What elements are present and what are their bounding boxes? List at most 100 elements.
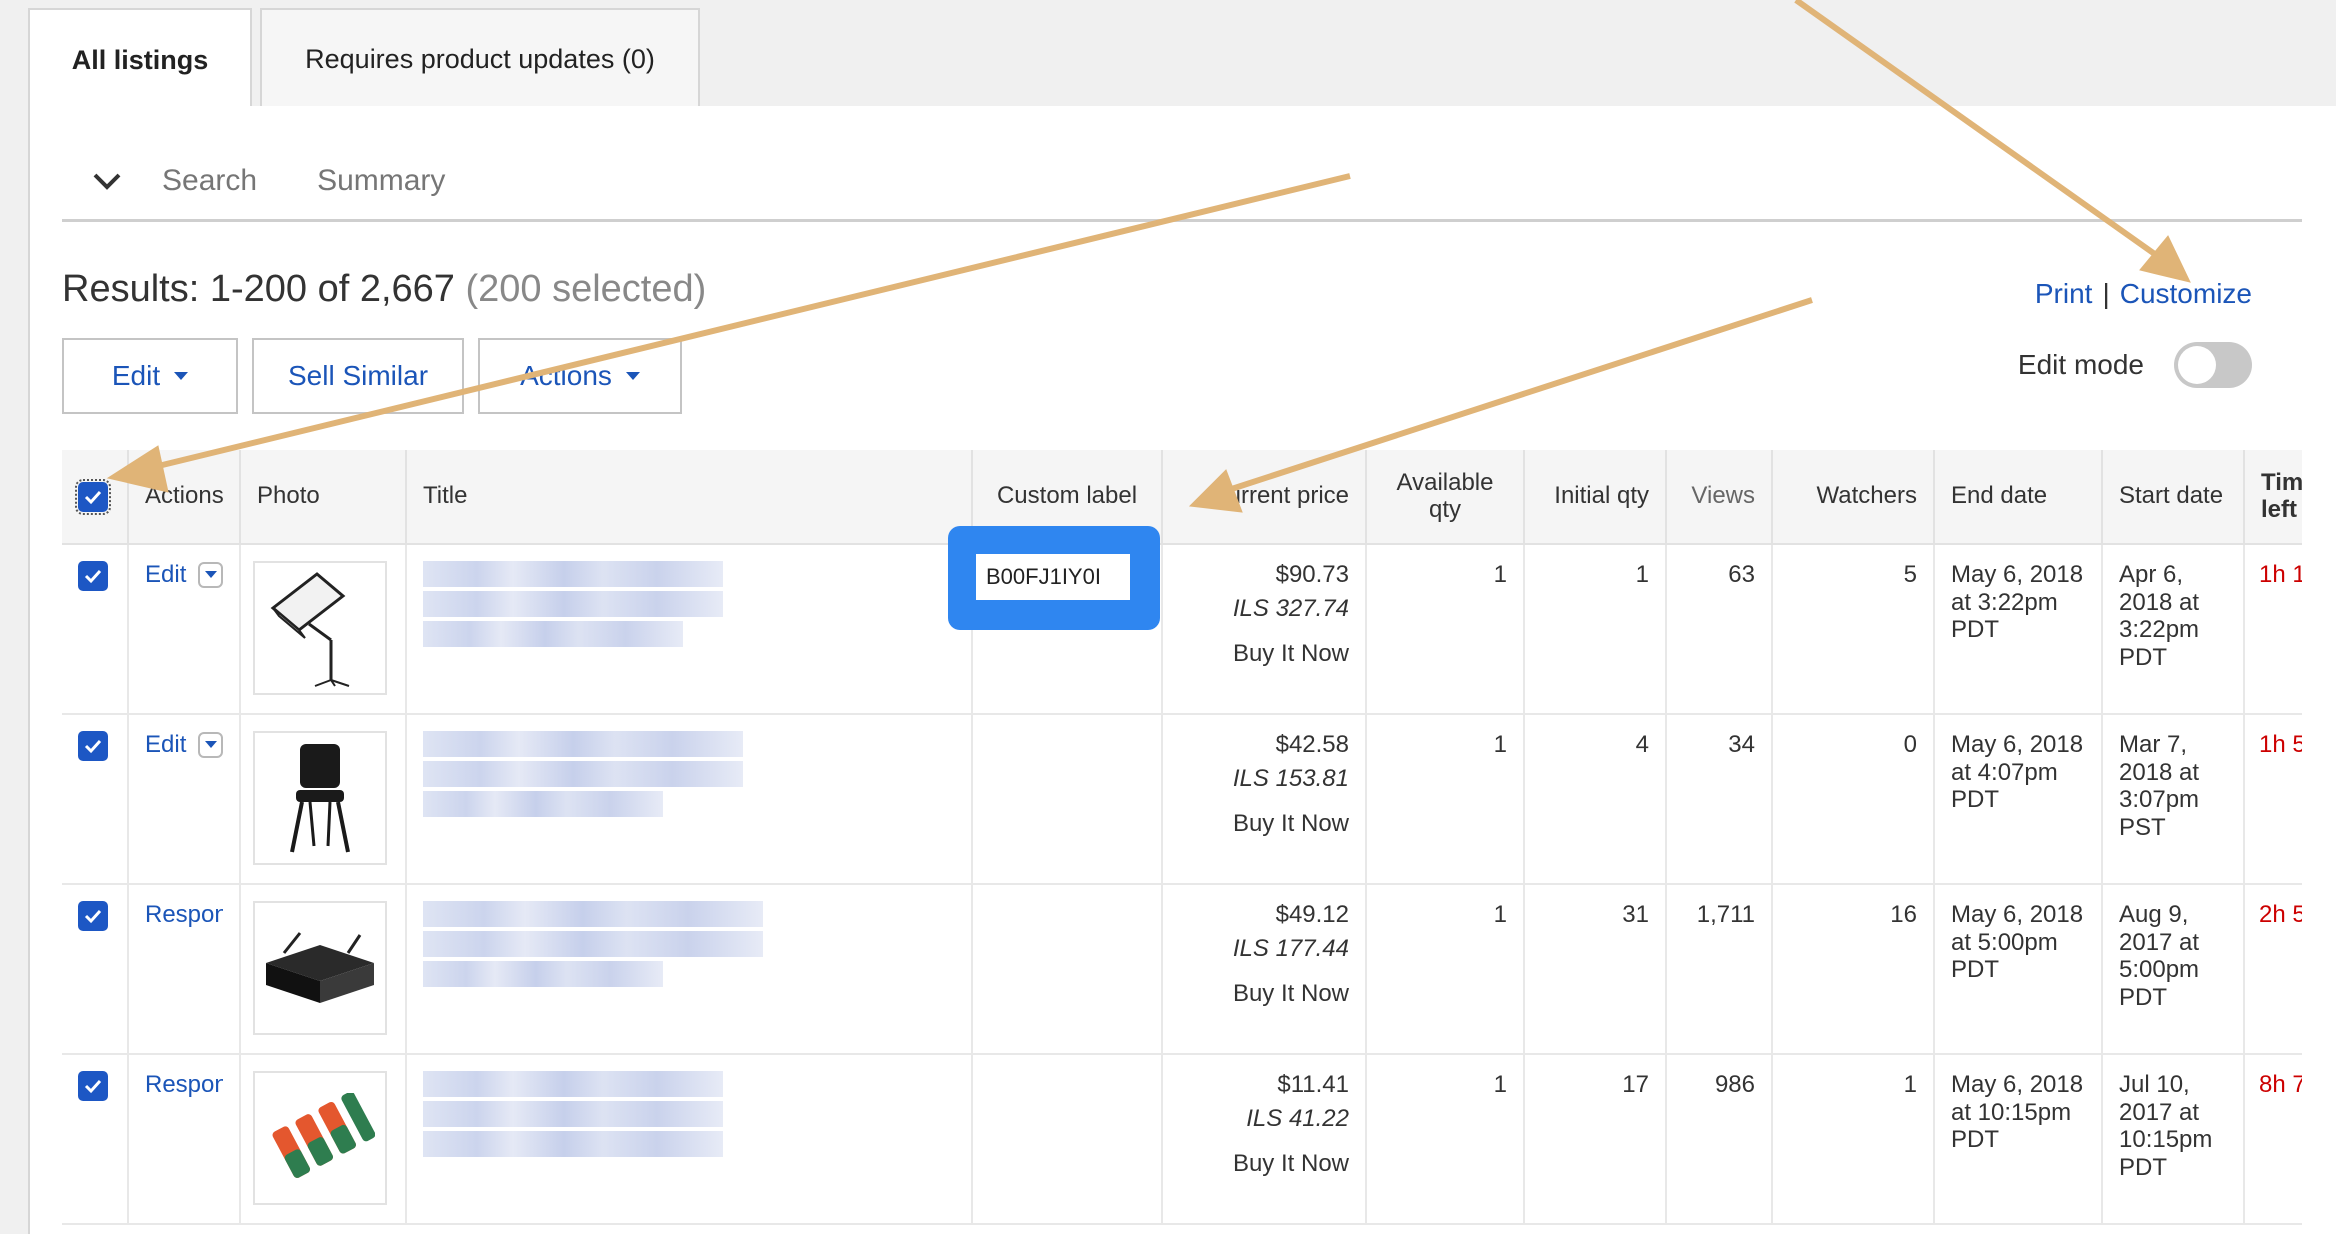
header-views[interactable]: Views <box>1666 450 1773 545</box>
actions-button-label: Actions <box>520 360 612 391</box>
available-qty: 1 <box>1366 544 1525 715</box>
row-custom-label-cell[interactable] <box>972 884 1163 1055</box>
edit-dropdown-button[interactable]: Edit <box>62 338 238 414</box>
cable-connectors-icon[interactable] <box>253 1071 387 1205</box>
search-toggle[interactable]: Search <box>162 164 257 198</box>
softbox-light-icon[interactable] <box>253 561 387 695</box>
row-price-cell: $42.58 ILS 153.81 Buy It Now <box>1162 714 1367 885</box>
row-checkbox[interactable] <box>78 901 108 931</box>
initial-qty: 17 <box>1524 1054 1667 1225</box>
sell-similar-button[interactable]: Sell Similar <box>252 338 464 414</box>
edit-button-label: Edit <box>111 360 161 391</box>
results-count: Results: 1-200 of 2,667 (200 selected) <box>62 268 706 311</box>
table-header-row: Actions Photo Title Custom label Current… <box>62 450 2302 545</box>
start-date: Apr 6, 2018 at 3:22pm PDT <box>2102 544 2245 715</box>
summary-toggle[interactable]: Summary <box>317 164 445 198</box>
sell-similar-label: Sell Similar <box>287 360 429 391</box>
results-range: Results: 1-200 of 2,667 <box>62 268 455 310</box>
time-left: 1h 5 <box>2244 714 2302 885</box>
custom-label-value[interactable]: B00FJ1IY0I <box>976 554 1130 600</box>
equipment-case-icon[interactable] <box>253 901 387 1035</box>
row-action-dropdown[interactable] <box>198 731 223 758</box>
caret-down-icon <box>204 571 217 579</box>
edit-mode-label: Edit mode <box>2017 349 2144 380</box>
price-usd: $11.41 <box>1277 1071 1349 1098</box>
blurred-title <box>423 901 893 987</box>
end-date: May 6, 2018 at 4:07pm PDT <box>1934 714 2103 885</box>
row-title-cell[interactable] <box>406 714 973 885</box>
customize-link[interactable]: Customize <box>2120 278 2252 309</box>
row-action-link[interactable]: Edit <box>145 561 186 589</box>
row-actions-cell: Respond <box>128 1054 241 1225</box>
row-custom-label-cell[interactable] <box>972 1054 1163 1225</box>
header-current-price[interactable]: Current price <box>1162 450 1367 545</box>
available-qty: 1 <box>1366 884 1525 1055</box>
listings-page: All listings Requires product updates (0… <box>0 0 2336 1234</box>
end-date: May 6, 2018 at 3:22pm PDT <box>1934 544 2103 715</box>
row-title-cell[interactable] <box>406 884 973 1055</box>
blurred-title <box>423 561 893 647</box>
blurred-title <box>423 1071 893 1157</box>
initial-qty: 1 <box>1524 544 1667 715</box>
price-usd: $49.12 <box>1275 901 1349 928</box>
row-title-cell[interactable] <box>406 1054 973 1225</box>
watchers-count: 0 <box>1772 714 1935 885</box>
row-action-link[interactable]: Edit <box>145 731 186 759</box>
chair-icon[interactable] <box>253 731 387 865</box>
row-price-cell: $11.41 ILS 41.22 Buy It Now <box>1162 1054 1367 1225</box>
header-start-date[interactable]: Start date <box>2102 450 2245 545</box>
table-row: Respond <box>62 1054 2302 1225</box>
row-title-cell[interactable] <box>406 544 973 715</box>
header-available-qty[interactable]: Available qty <box>1366 450 1525 545</box>
row-action-dropdown[interactable] <box>198 561 223 588</box>
row-select-cell <box>62 1054 129 1225</box>
tab-requires-product-updates[interactable]: Requires product updates (0) <box>260 8 700 108</box>
end-date: May 6, 2018 at 5:00pm PDT <box>1934 884 2103 1055</box>
select-all-checkbox[interactable] <box>75 478 111 515</box>
watchers-count: 5 <box>1772 544 1935 715</box>
header-title[interactable]: Title <box>406 450 973 545</box>
views-count: 986 <box>1666 1054 1773 1225</box>
row-checkbox[interactable] <box>78 1071 108 1101</box>
row-photo-cell <box>240 1054 407 1225</box>
views-count: 34 <box>1666 714 1773 885</box>
caret-down-icon <box>174 372 189 380</box>
available-qty: 1 <box>1366 714 1525 885</box>
header-end-date[interactable]: End date <box>1934 450 2103 545</box>
header-photo: Photo <box>240 450 407 545</box>
views-count: 1,711 <box>1666 884 1773 1055</box>
table-row: Edit <box>62 544 2302 715</box>
row-photo-cell <box>240 544 407 715</box>
row-action-link[interactable]: Respond <box>145 1071 223 1099</box>
header-watchers[interactable]: Watchers <box>1772 450 1935 545</box>
blurred-title <box>423 731 893 817</box>
listing-format: Buy It Now <box>1232 640 1349 668</box>
edit-mode-toggle[interactable] <box>2174 342 2252 388</box>
row-custom-label-cell[interactable] <box>972 714 1163 885</box>
search-summary-bar: Search Summary <box>62 142 2302 222</box>
row-checkbox[interactable] <box>78 561 108 591</box>
toggle-knob <box>2178 346 2216 384</box>
start-date: Mar 7, 2018 at 3:07pm PST <box>2102 714 2245 885</box>
row-actions-cell: Edit <box>128 714 241 885</box>
link-separator: | <box>2102 278 2110 309</box>
watchers-count: 16 <box>1772 884 1935 1055</box>
row-price-cell: $49.12 ILS 177.44 Buy It Now <box>1162 884 1367 1055</box>
row-photo-cell <box>240 714 407 885</box>
price-usd: $42.58 <box>1275 731 1349 758</box>
end-date: May 6, 2018 at 10:15pm PDT <box>1934 1054 2103 1225</box>
row-checkbox[interactable] <box>78 731 108 761</box>
views-count: 63 <box>1666 544 1773 715</box>
initial-qty: 31 <box>1524 884 1667 1055</box>
header-time-left[interactable]: Time left <box>2244 450 2302 545</box>
tab-bar: All listings Requires product updates (0… <box>28 8 700 110</box>
header-initial-qty[interactable]: Initial qty <box>1524 450 1667 545</box>
row-action-link[interactable]: Respond <box>145 901 223 929</box>
print-link[interactable]: Print <box>2035 278 2093 309</box>
row-actions-cell: Edit <box>128 544 241 715</box>
top-links: Print | Customize <box>2035 278 2252 310</box>
tab-all-listings[interactable]: All listings <box>28 8 252 110</box>
row-select-cell <box>62 884 129 1055</box>
chevron-down-icon[interactable] <box>82 156 132 206</box>
actions-dropdown-button[interactable]: Actions <box>478 338 682 414</box>
